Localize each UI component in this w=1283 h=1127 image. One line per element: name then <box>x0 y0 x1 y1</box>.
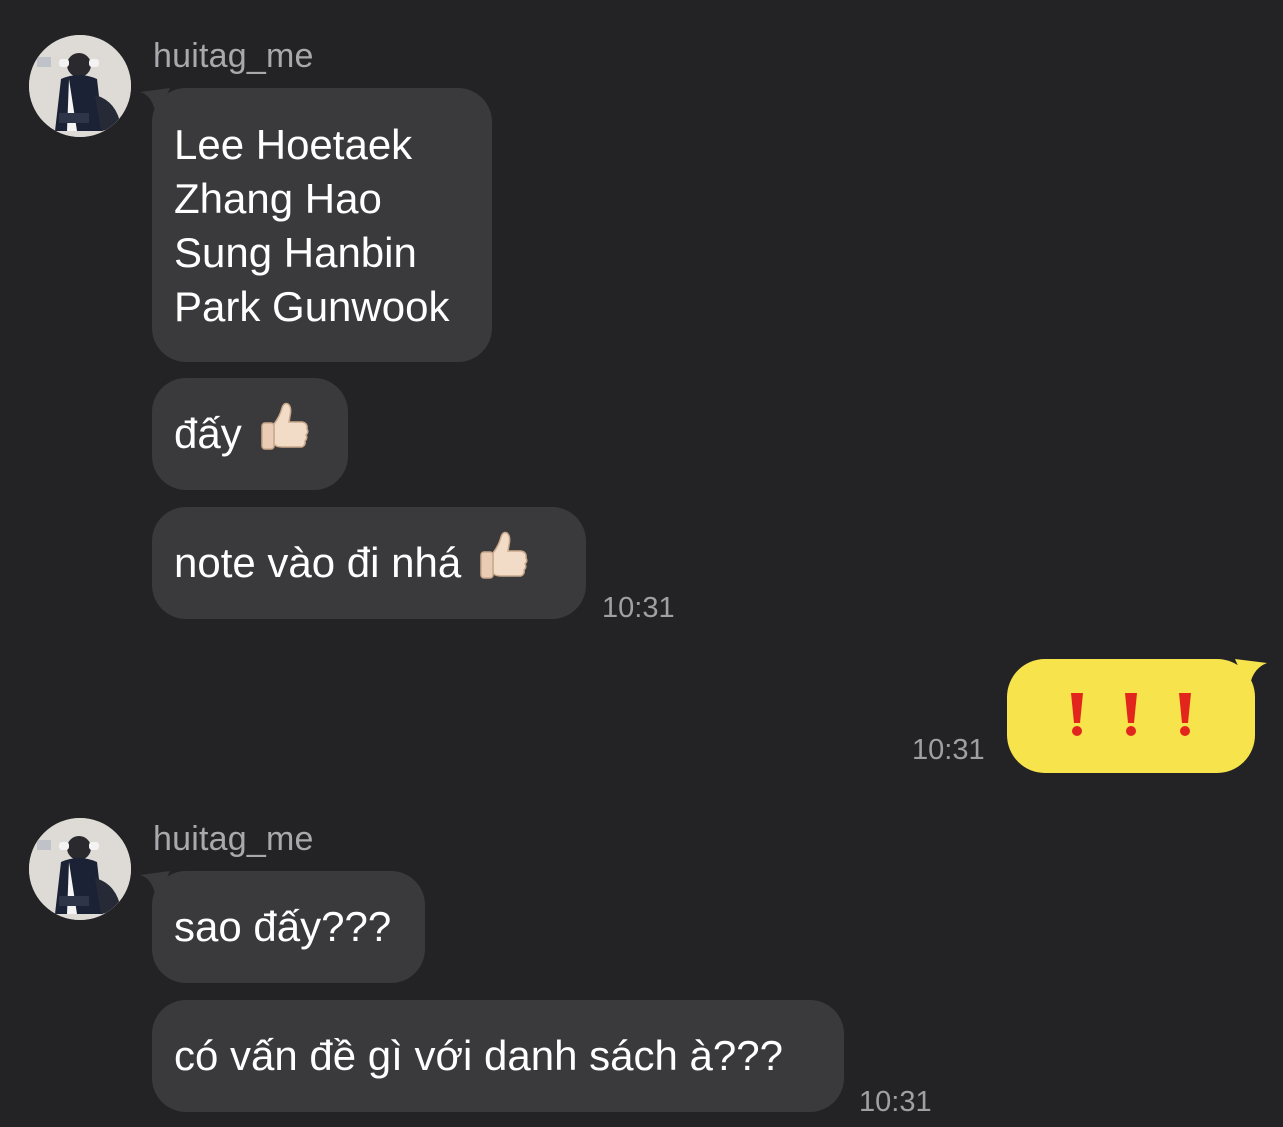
message-timestamp: 10:31 <box>912 734 985 766</box>
message-timestamp: 10:31 <box>859 1086 932 1118</box>
outgoing-message-bubble[interactable] <box>1007 659 1267 773</box>
message-line: Park Gunwook <box>174 283 450 330</box>
message-text: đấy <box>174 410 242 457</box>
message-text: sao đấy??? <box>174 903 392 950</box>
exclamation-icon <box>1069 691 1085 742</box>
avatar-photo-icon <box>29 818 131 920</box>
sender-avatar[interactable] <box>29 818 131 920</box>
bubble-tail <box>140 871 170 901</box>
message-bubble[interactable]: Lee Hoetaek Zhang Hao Sung Hanbin Park G… <box>140 88 492 362</box>
exclamation-icon <box>1123 691 1139 742</box>
message-text: note vào đi nhá <box>174 539 462 586</box>
message-line: Zhang Hao <box>174 175 382 222</box>
message-bubble[interactable]: note vào đi nhá <box>152 507 586 619</box>
avatar-photo-icon <box>29 35 131 137</box>
message-text: có vấn đề gì với danh sách à??? <box>174 1032 783 1079</box>
message-text: Lee Hoetaek Zhang Hao Sung Hanbin Park G… <box>174 118 470 334</box>
sender-name: huitag_me <box>153 820 314 858</box>
message-bubble[interactable]: sao đấy??? <box>140 871 425 983</box>
sender-avatar[interactable] <box>29 35 131 137</box>
chat-thread: huitag_me Lee Hoetaek Zhang Hao Sung Han… <box>0 0 1283 1127</box>
exclamation-icon <box>1177 691 1193 742</box>
thumbs-up-icon <box>475 529 531 598</box>
bubble-tail <box>1235 659 1267 691</box>
message-line: Lee Hoetaek <box>174 121 413 168</box>
thumbs-up-icon <box>256 400 312 469</box>
message-timestamp: 10:31 <box>602 592 675 624</box>
message-bubble[interactable]: có vấn đề gì với danh sách à??? <box>152 1000 844 1112</box>
message-bubble[interactable]: đấy <box>152 378 348 490</box>
bubble-tail <box>140 88 170 118</box>
sender-name: huitag_me <box>153 37 314 75</box>
message-line: Sung Hanbin <box>174 229 417 276</box>
